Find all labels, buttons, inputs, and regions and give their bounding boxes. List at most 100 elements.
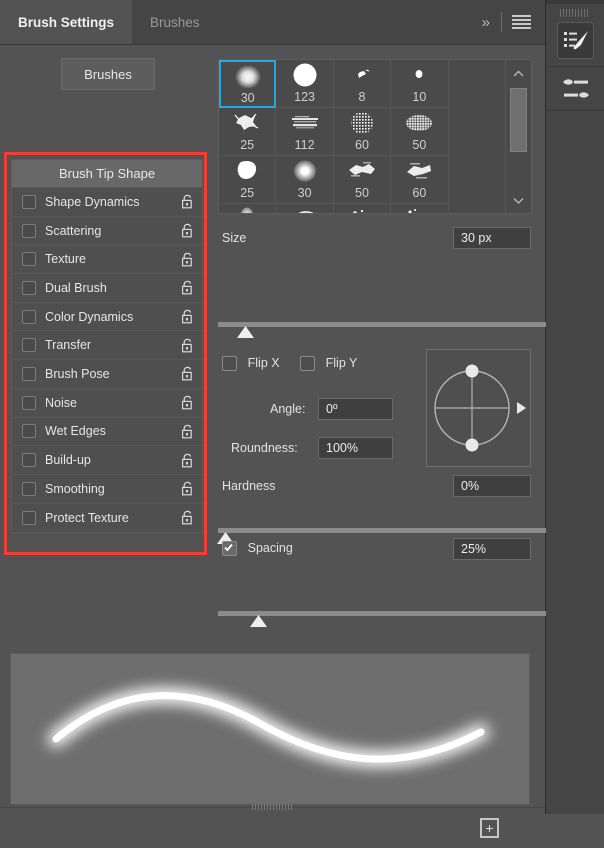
size-input[interactable]: 30 px (453, 227, 531, 249)
angle-input[interactable]: 0º (318, 398, 393, 420)
panel-menu-icon[interactable] (512, 15, 531, 29)
brush-preset-cell[interactable]: 100 (219, 204, 276, 214)
flip-x-label: Flip X (248, 356, 280, 370)
brush-option-checkbox[interactable] (22, 482, 36, 496)
brush-preset-cell[interactable]: 50 (391, 108, 448, 156)
option-brush-tip-shape[interactable]: Brush Tip Shape (12, 160, 202, 188)
brush-option-row[interactable]: Noise (12, 389, 202, 418)
brush-option-row[interactable]: Transfer (12, 331, 202, 360)
size-slider-handle[interactable] (236, 326, 255, 339)
brush-option-row[interactable]: Brush Pose (12, 360, 202, 389)
option-brush-tip-shape-label: Brush Tip Shape (59, 166, 155, 181)
brushes-button[interactable]: Brushes (61, 58, 155, 90)
brush-preset-cell[interactable]: 112 (276, 108, 333, 156)
collapse-chevrons-icon[interactable]: » (482, 14, 491, 31)
brush-option-checkbox[interactable] (22, 310, 36, 324)
flip-y-toggle[interactable]: Flip Y (300, 355, 357, 371)
angle-label: Angle: (270, 402, 305, 416)
unlock-icon (181, 510, 194, 525)
brush-option-label: Color Dynamics (45, 310, 181, 324)
tab-brush-settings[interactable]: Brush Settings (0, 0, 132, 44)
brush-option-row[interactable]: Shape Dynamics (12, 188, 202, 217)
size-slider-track[interactable] (218, 322, 551, 327)
brush-preset-cell[interactable]: 25 (219, 156, 276, 204)
scribble-icon (282, 205, 328, 214)
brush-option-row[interactable]: Wet Edges (12, 418, 202, 447)
roundness-input[interactable]: 100% (318, 437, 393, 459)
tiny-speck-icon (339, 61, 385, 89)
brush-option-row[interactable]: Build-up (12, 446, 202, 475)
brush-option-row[interactable]: Texture (12, 245, 202, 274)
spacing-input[interactable]: 25% (453, 538, 531, 560)
hardness-slider-track[interactable] (218, 528, 551, 533)
brush-preset-cell[interactable]: 60 (334, 108, 391, 156)
brush-preset-cell[interactable]: 60 (391, 156, 448, 204)
spacing-toggle[interactable]: Spacing (222, 540, 293, 556)
flip-x-toggle[interactable]: Flip X (222, 355, 280, 371)
panel-resize-grip[interactable] (252, 804, 292, 810)
brush-preset-cell[interactable]: 127 (276, 204, 333, 214)
brush-preset-size: 60 (412, 185, 426, 201)
spatter-spray-icon (339, 205, 385, 214)
chalk-smear-icon (339, 157, 385, 185)
brush-preset-cell[interactable]: 30 (219, 60, 276, 108)
angle-roundness-dial[interactable] (426, 349, 531, 467)
brush-grid-scrollbar[interactable] (505, 60, 531, 213)
tab-bar-filler (218, 0, 482, 44)
brush-preset-size: 112 (295, 137, 315, 153)
brush-preset-cell[interactable]: 284 (334, 204, 391, 214)
dock-top-strip (546, 0, 604, 4)
small-dot-icon (396, 61, 442, 89)
grainy-round-icon (339, 109, 385, 137)
dock-drag-grip[interactable] (560, 9, 590, 17)
brush-preset-cell[interactable]: 25 (219, 108, 276, 156)
brush-stroke-svg (11, 654, 529, 804)
scroll-up-icon[interactable] (506, 62, 531, 84)
size-slider[interactable] (218, 320, 551, 338)
spacing-slider-handle[interactable] (249, 615, 268, 628)
brush-option-checkbox[interactable] (22, 511, 36, 525)
brush-option-checkbox[interactable] (22, 396, 36, 410)
brush-option-checkbox[interactable] (22, 252, 36, 266)
soft-oval-icon (224, 205, 270, 214)
scroll-down-icon[interactable] (506, 189, 531, 211)
hard-round-icon (282, 61, 328, 89)
new-brush-preset-icon[interactable]: + (480, 818, 499, 838)
unlock-icon (181, 280, 194, 295)
brush-option-row[interactable]: Scattering (12, 217, 202, 246)
brush-preset-cell[interactable]: 8 (334, 60, 391, 108)
brush-preset-size: 25 (240, 137, 254, 153)
brush-option-checkbox[interactable] (22, 367, 36, 381)
panel-body: Brushes Brush Tip Shape Shape DynamicsSc… (0, 45, 545, 814)
chalk-smear-2-icon (396, 157, 442, 185)
brush-option-checkbox[interactable] (22, 424, 36, 438)
flip-x-checkbox[interactable] (222, 356, 237, 371)
spacing-checkbox[interactable] (222, 541, 237, 556)
dock-brushes-icon[interactable] (557, 70, 594, 107)
brush-option-row[interactable]: Dual Brush (12, 274, 202, 303)
tab-brushes[interactable]: Brushes (132, 0, 218, 44)
brush-preset-cell[interactable]: 123 (276, 60, 333, 108)
brush-preset-cell[interactable]: 50 (334, 156, 391, 204)
brush-preset-cell[interactable] (391, 204, 448, 214)
spacing-label: Spacing (248, 541, 293, 555)
brush-option-row[interactable]: Protect Texture (12, 504, 202, 533)
brush-option-checkbox[interactable] (22, 224, 36, 238)
brush-option-checkbox[interactable] (22, 281, 36, 295)
brush-option-checkbox[interactable] (22, 338, 36, 352)
brush-option-checkbox[interactable] (22, 453, 36, 467)
panel-footer (0, 807, 545, 848)
brush-option-row[interactable]: Smoothing (12, 475, 202, 504)
brush-option-row[interactable]: Color Dynamics (12, 303, 202, 332)
dock-brush-settings-icon[interactable] (557, 22, 594, 59)
unlock-icon (181, 366, 194, 381)
brush-option-checkbox[interactable] (22, 195, 36, 209)
brush-preset-cell[interactable]: 30 (276, 156, 333, 204)
spacing-slider[interactable] (218, 609, 551, 627)
photoshop-brush-settings-panel: Brush Settings Brushes » Brushes (0, 0, 604, 814)
scrollbar-thumb[interactable] (510, 88, 527, 152)
hardness-input[interactable]: 0% (453, 475, 531, 497)
flip-y-checkbox[interactable] (300, 356, 315, 371)
brush-preset-cell[interactable]: 10 (391, 60, 448, 108)
brush-option-label: Build-up (45, 453, 181, 467)
